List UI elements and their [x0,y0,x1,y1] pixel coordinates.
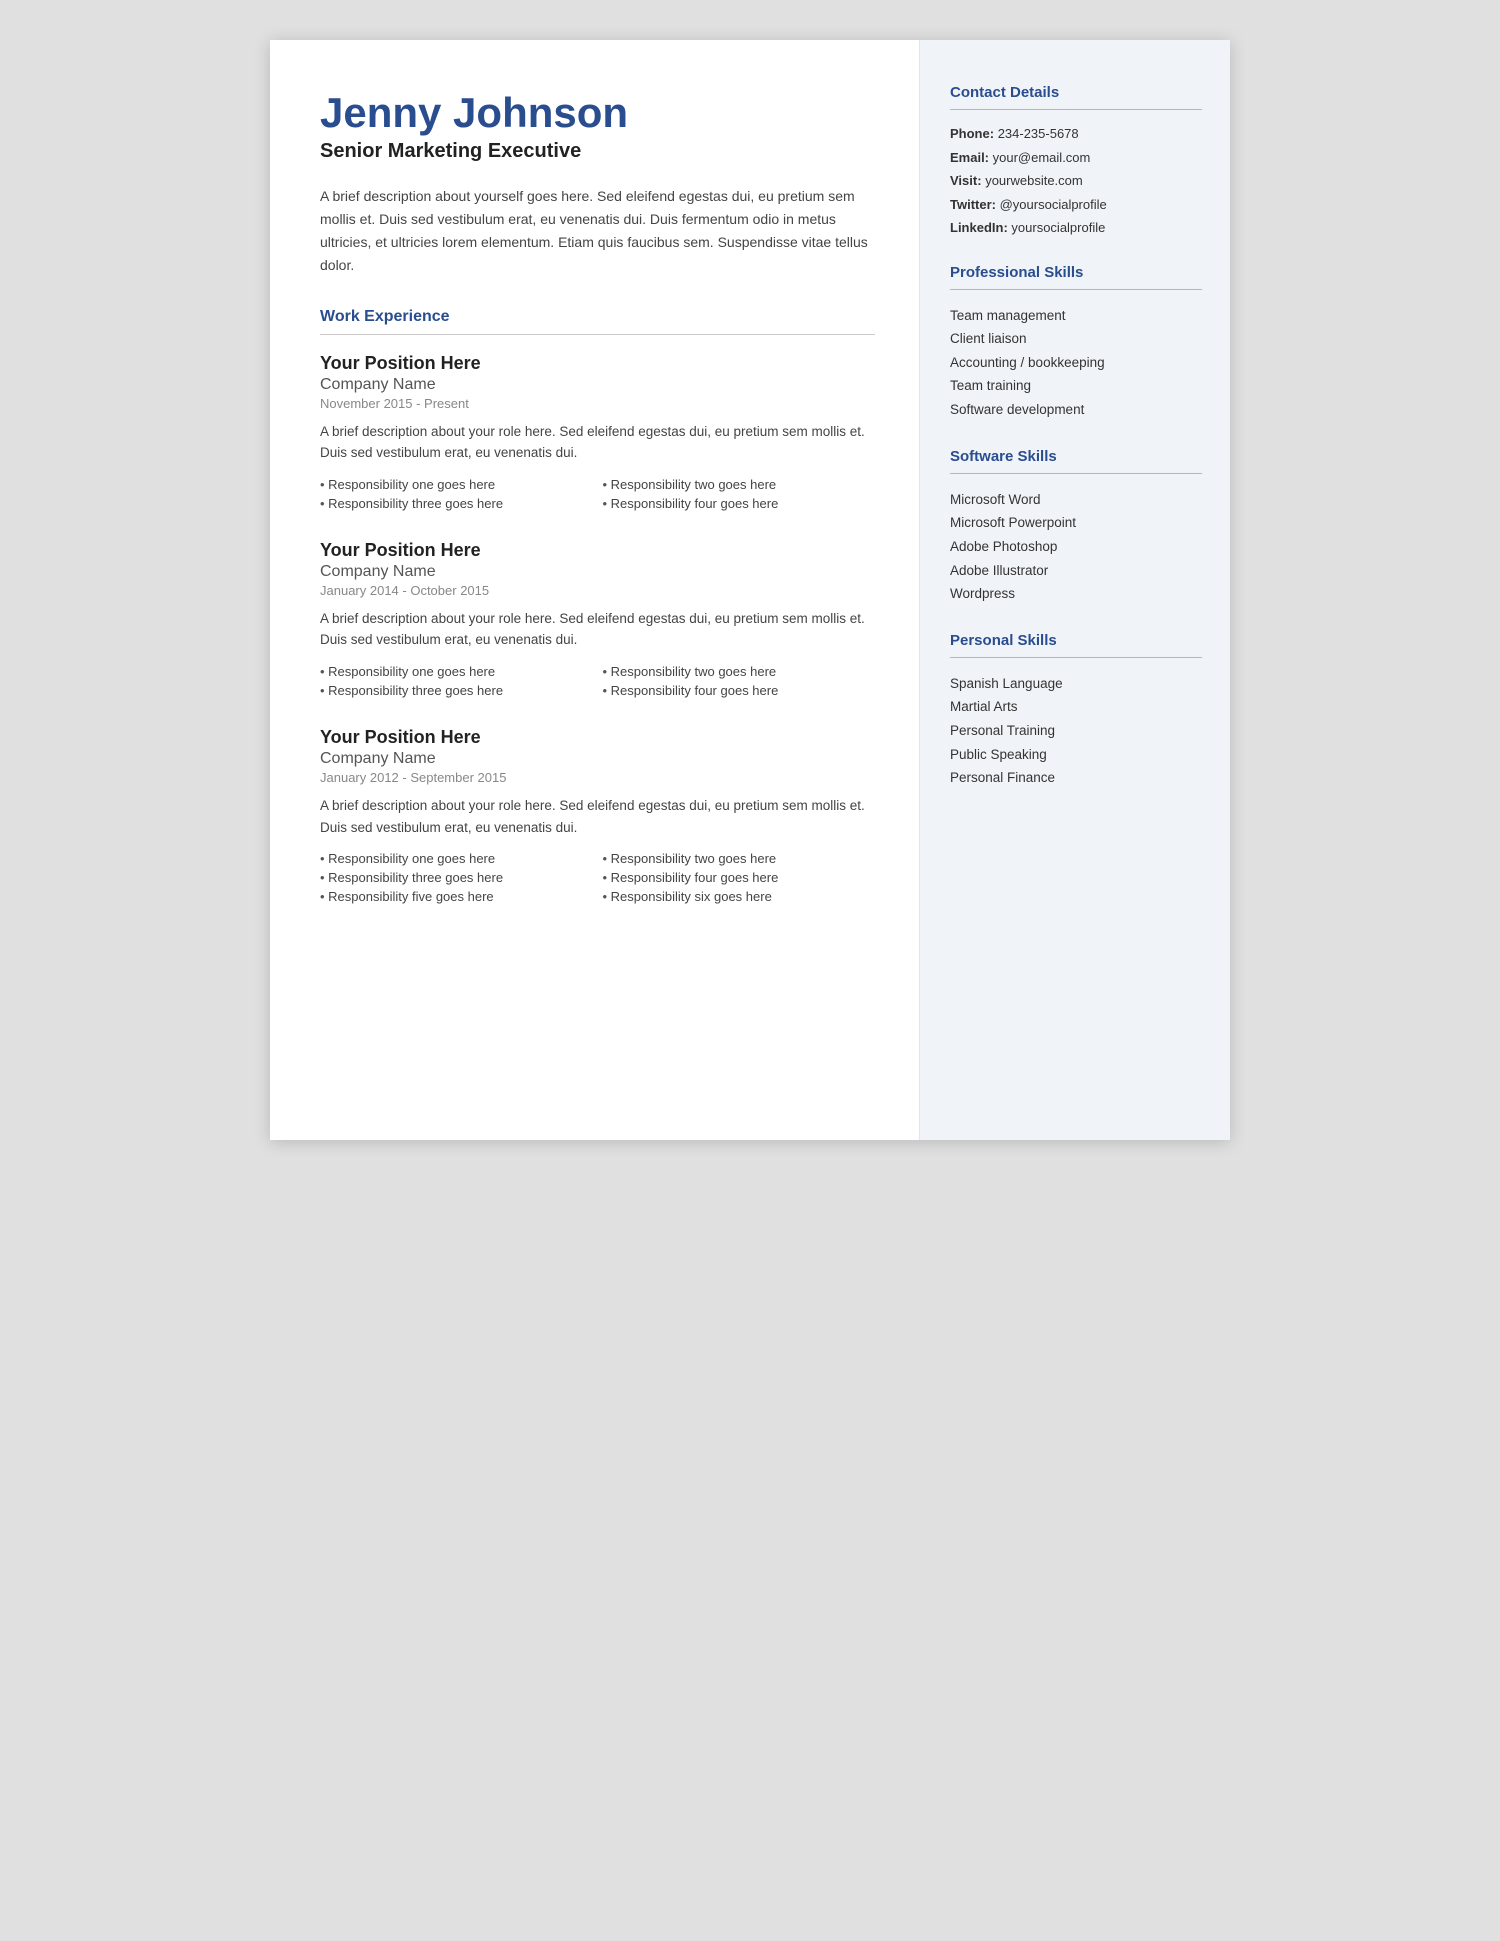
job-2-company: Company Name [320,563,875,581]
left-column: Jenny Johnson Senior Marketing Executive… [270,40,920,1140]
pers-skill-4: Public Speaking [950,743,1202,767]
job-1-company: Company Name [320,376,875,394]
software-skills-divider [950,473,1202,474]
personal-skills-heading: Personal Skills [950,632,1202,649]
contact-heading: Contact Details [950,84,1202,101]
visit-value: yourwebsite.com [985,173,1083,188]
resp-item: Responsibility four goes here [603,869,876,886]
twitter-label: Twitter: [950,197,996,212]
work-experience-divider [320,334,875,335]
phone-label: Phone: [950,126,994,141]
professional-skills-heading: Professional Skills [950,264,1202,281]
software-skills-section: Software Skills Microsoft Word Microsoft… [950,448,1202,606]
resp-item: Responsibility two goes here [603,476,876,493]
pro-skill-5: Software development [950,398,1202,422]
pers-skill-1: Spanish Language [950,672,1202,696]
work-experience-heading: Work Experience [320,308,875,326]
contact-linkedin: LinkedIn: yoursocialprofile [950,218,1202,238]
resp-item: Responsibility three goes here [320,869,593,886]
job-1-position: Your Position Here [320,353,875,374]
linkedin-value: yoursocialprofile [1011,220,1105,235]
resp-item: Responsibility five goes here [320,888,593,905]
resp-item: Responsibility one goes here [320,663,593,680]
right-column: Contact Details Phone: 234-235-5678 Emai… [920,40,1230,1140]
resp-item: Responsibility four goes here [603,682,876,699]
job-3-date: January 2012 - September 2015 [320,770,875,785]
twitter-value: @yoursocialprofile [1000,197,1107,212]
soft-skill-5: Wordpress [950,582,1202,606]
pro-skill-4: Team training [950,374,1202,398]
job-1-description: A brief description about your role here… [320,421,875,464]
contact-section: Contact Details Phone: 234-235-5678 Emai… [950,84,1202,238]
resp-item: Responsibility four goes here [603,495,876,512]
pers-skill-5: Personal Finance [950,766,1202,790]
job-1-responsibilities: Responsibility one goes here Responsibil… [320,476,875,512]
resp-item: Responsibility three goes here [320,682,593,699]
summary-text: A brief description about yourself goes … [320,185,875,277]
contact-divider [950,109,1202,110]
linkedin-label: LinkedIn: [950,220,1008,235]
resp-item: Responsibility one goes here [320,850,593,867]
candidate-title: Senior Marketing Executive [320,140,875,163]
personal-skills-divider [950,657,1202,658]
resp-item: Responsibility one goes here [320,476,593,493]
job-block-3: Your Position Here Company Name January … [320,727,875,905]
job-3-description: A brief description about your role here… [320,795,875,838]
pers-skill-3: Personal Training [950,719,1202,743]
job-2-description: A brief description about your role here… [320,608,875,651]
job-1-date: November 2015 - Present [320,396,875,411]
professional-skills-divider [950,289,1202,290]
job-block-2: Your Position Here Company Name January … [320,540,875,699]
visit-label: Visit: [950,173,982,188]
candidate-name: Jenny Johnson [320,90,875,136]
resume-page: Jenny Johnson Senior Marketing Executive… [270,40,1230,1140]
pro-skill-2: Client liaison [950,327,1202,351]
resp-item: Responsibility three goes here [320,495,593,512]
personal-skills-section: Personal Skills Spanish Language Martial… [950,632,1202,790]
resp-item: Responsibility two goes here [603,850,876,867]
resp-item: Responsibility two goes here [603,663,876,680]
job-block-1: Your Position Here Company Name November… [320,353,875,512]
job-2-position: Your Position Here [320,540,875,561]
soft-skill-2: Microsoft Powerpoint [950,511,1202,535]
job-3-responsibilities: Responsibility one goes here Responsibil… [320,850,875,905]
pers-skill-2: Martial Arts [950,695,1202,719]
contact-phone: Phone: 234-235-5678 [950,124,1202,144]
professional-skills-section: Professional Skills Team management Clie… [950,264,1202,422]
soft-skill-4: Adobe Illustrator [950,559,1202,583]
job-3-position: Your Position Here [320,727,875,748]
contact-twitter: Twitter: @yoursocialprofile [950,195,1202,215]
soft-skill-3: Adobe Photoshop [950,535,1202,559]
email-label: Email: [950,150,989,165]
soft-skill-1: Microsoft Word [950,488,1202,512]
email-value: your@email.com [993,150,1091,165]
contact-visit: Visit: yourwebsite.com [950,171,1202,191]
phone-value: 234-235-5678 [998,126,1079,141]
job-2-responsibilities: Responsibility one goes here Responsibil… [320,663,875,699]
pro-skill-1: Team management [950,304,1202,328]
resp-item: Responsibility six goes here [603,888,876,905]
contact-email: Email: your@email.com [950,148,1202,168]
job-2-date: January 2014 - October 2015 [320,583,875,598]
pro-skill-3: Accounting / bookkeeping [950,351,1202,375]
job-3-company: Company Name [320,750,875,768]
software-skills-heading: Software Skills [950,448,1202,465]
